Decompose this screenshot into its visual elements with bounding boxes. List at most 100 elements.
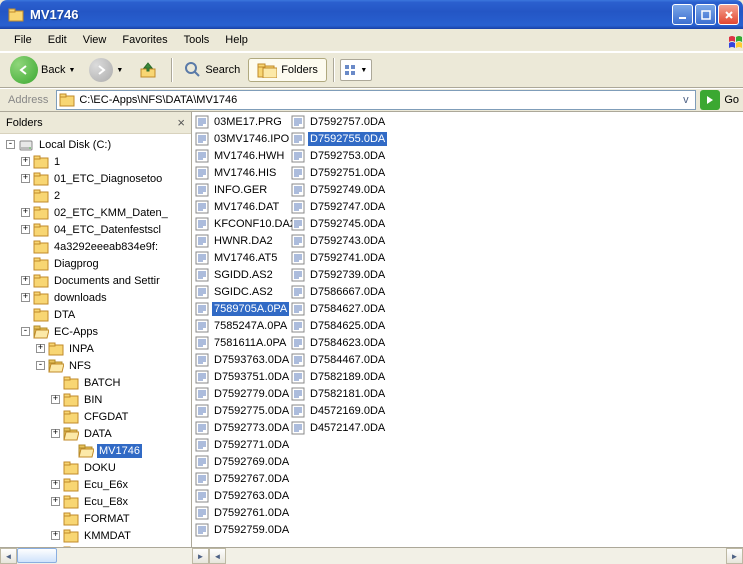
file-item[interactable]: 03ME17.PRG — [193, 113, 289, 130]
back-button[interactable]: Back ▼ — [4, 55, 81, 85]
folders-button[interactable]: Folders — [248, 58, 327, 82]
up-button[interactable] — [131, 56, 165, 84]
scroll-left-icon-2[interactable]: ◄ — [209, 548, 226, 564]
expand-icon[interactable]: + — [21, 293, 30, 302]
file-item[interactable]: D7592759.0DA — [193, 521, 289, 538]
tree-item[interactable]: 4a3292eeeab834e9f: — [0, 238, 191, 255]
tree-item[interactable]: +01_ETC_Diagnosetoo — [0, 170, 191, 187]
scroll-thumb[interactable] — [17, 548, 57, 563]
expand-icon[interactable]: + — [36, 344, 45, 353]
folder-tree[interactable]: -Local Disk (C:)+1+01_ETC_Diagnosetoo 2+… — [0, 134, 191, 547]
file-item[interactable]: D7592757.0DA — [289, 113, 385, 130]
file-item[interactable]: D7592747.0DA — [289, 198, 385, 215]
tree-item[interactable]: +Documents and Settir — [0, 272, 191, 289]
expand-icon[interactable]: + — [21, 208, 30, 217]
expand-icon[interactable]: + — [21, 276, 30, 285]
file-list[interactable]: 03ME17.PRG03MV1746.IPOMV1746.HWHMV1746.H… — [192, 112, 743, 547]
file-item[interactable]: D7593751.0DA — [193, 368, 289, 385]
tree-item[interactable]: CFGDAT — [0, 408, 191, 425]
file-item[interactable]: SGIDD.AS2 — [193, 266, 289, 283]
file-item[interactable]: D7592751.0DA — [289, 164, 385, 181]
menu-view[interactable]: View — [75, 31, 115, 49]
tree-item[interactable]: DTA — [0, 306, 191, 323]
tree-item[interactable]: +Ecu_E6x — [0, 476, 191, 493]
address-dropdown-icon[interactable]: v — [678, 94, 693, 106]
expand-icon[interactable]: + — [51, 497, 60, 506]
tree-item[interactable]: +nfs — [0, 544, 191, 547]
tree-item[interactable]: +BIN — [0, 391, 191, 408]
tree-item[interactable]: +1 — [0, 153, 191, 170]
file-item[interactable]: D7584627.0DA — [289, 300, 385, 317]
tree-item[interactable]: -NFS — [0, 357, 191, 374]
file-item[interactable]: D7593763.0DA — [193, 351, 289, 368]
tree-item[interactable]: +02_ETC_KMM_Daten_ — [0, 204, 191, 221]
forward-button[interactable]: ▼ — [83, 55, 129, 85]
file-item[interactable]: D7584623.0DA — [289, 334, 385, 351]
file-item[interactable]: MV1746.DAT — [193, 198, 289, 215]
collapse-icon[interactable]: - — [21, 327, 30, 336]
file-item[interactable]: D7582181.0DA — [289, 385, 385, 402]
tree-item[interactable]: 2 — [0, 187, 191, 204]
menu-tools[interactable]: Tools — [176, 31, 218, 49]
file-item[interactable]: D7584625.0DA — [289, 317, 385, 334]
expand-icon[interactable]: + — [51, 480, 60, 489]
file-item[interactable]: D7592761.0DA — [193, 504, 289, 521]
tree-item[interactable]: +INPA — [0, 340, 191, 357]
expand-icon[interactable]: + — [21, 225, 30, 234]
tree-item[interactable]: DOKU — [0, 459, 191, 476]
file-item[interactable]: INFO.GER — [193, 181, 289, 198]
file-item[interactable]: MV1746.HIS — [193, 164, 289, 181]
file-item[interactable]: MV1746.HWH — [193, 147, 289, 164]
file-item[interactable]: D7592779.0DA — [193, 385, 289, 402]
tree-item[interactable]: -EC-Apps — [0, 323, 191, 340]
file-item[interactable]: D7592775.0DA — [193, 402, 289, 419]
address-input[interactable]: C:\EC-Apps\NFS\DATA\MV1746 v — [56, 90, 696, 110]
tree-item[interactable]: MV1746 — [0, 442, 191, 459]
menu-file[interactable]: File — [6, 31, 40, 49]
file-item[interactable]: D7586667.0DA — [289, 283, 385, 300]
menu-edit[interactable]: Edit — [40, 31, 75, 49]
tree-item[interactable]: +DATA — [0, 425, 191, 442]
maximize-button[interactable] — [695, 4, 716, 25]
file-item[interactable]: D7592769.0DA — [193, 453, 289, 470]
menu-favorites[interactable]: Favorites — [114, 31, 175, 49]
file-item[interactable]: D7592739.0DA — [289, 266, 385, 283]
file-item[interactable]: KFCONF10.DA2 — [193, 215, 289, 232]
file-item[interactable]: SGIDC.AS2 — [193, 283, 289, 300]
minimize-button[interactable] — [672, 4, 693, 25]
file-item[interactable]: 7585247A.0PA — [193, 317, 289, 334]
collapse-icon[interactable]: - — [36, 361, 45, 370]
expand-icon[interactable]: + — [51, 531, 60, 540]
file-item[interactable]: D7592771.0DA — [193, 436, 289, 453]
forward-dropdown-icon[interactable]: ▼ — [116, 67, 123, 74]
file-item[interactable]: D7592743.0DA — [289, 232, 385, 249]
back-dropdown-icon[interactable]: ▼ — [68, 67, 75, 74]
tree-item[interactable]: FORMAT — [0, 510, 191, 527]
expand-icon[interactable]: + — [21, 157, 30, 166]
file-item[interactable]: D7592773.0DA — [193, 419, 289, 436]
go-button[interactable] — [700, 90, 720, 110]
file-item[interactable]: HWNR.DA2 — [193, 232, 289, 249]
file-item[interactable]: D4572147.0DA — [289, 419, 385, 436]
views-button[interactable]: ▼ — [340, 59, 372, 81]
expand-icon[interactable]: + — [51, 395, 60, 404]
file-item[interactable]: D7592741.0DA — [289, 249, 385, 266]
file-item[interactable]: D7582189.0DA — [289, 368, 385, 385]
file-item[interactable]: D7584467.0DA — [289, 351, 385, 368]
scroll-right-icon[interactable]: ► — [192, 548, 209, 564]
close-button[interactable] — [718, 4, 739, 25]
expand-icon[interactable]: + — [21, 174, 30, 183]
file-item[interactable]: D7592755.0DA — [289, 130, 385, 147]
file-item[interactable]: 7589705A.0PA — [193, 300, 289, 317]
tree-item[interactable]: +downloads — [0, 289, 191, 306]
tree-item[interactable]: BATCH — [0, 374, 191, 391]
file-item[interactable]: 7581611A.0PA — [193, 334, 289, 351]
file-item[interactable]: D7592745.0DA — [289, 215, 385, 232]
search-button[interactable]: Search — [178, 58, 246, 82]
file-item[interactable]: D7592763.0DA — [193, 487, 289, 504]
tree-item[interactable]: -Local Disk (C:) — [0, 136, 191, 153]
horizontal-scrollbar[interactable]: ◄ ► ◄ ► — [0, 547, 743, 564]
file-item[interactable]: 03MV1746.IPO — [193, 130, 289, 147]
tree-item[interactable]: +KMMDAT — [0, 527, 191, 544]
close-folders-pane-icon[interactable]: × — [177, 115, 185, 130]
